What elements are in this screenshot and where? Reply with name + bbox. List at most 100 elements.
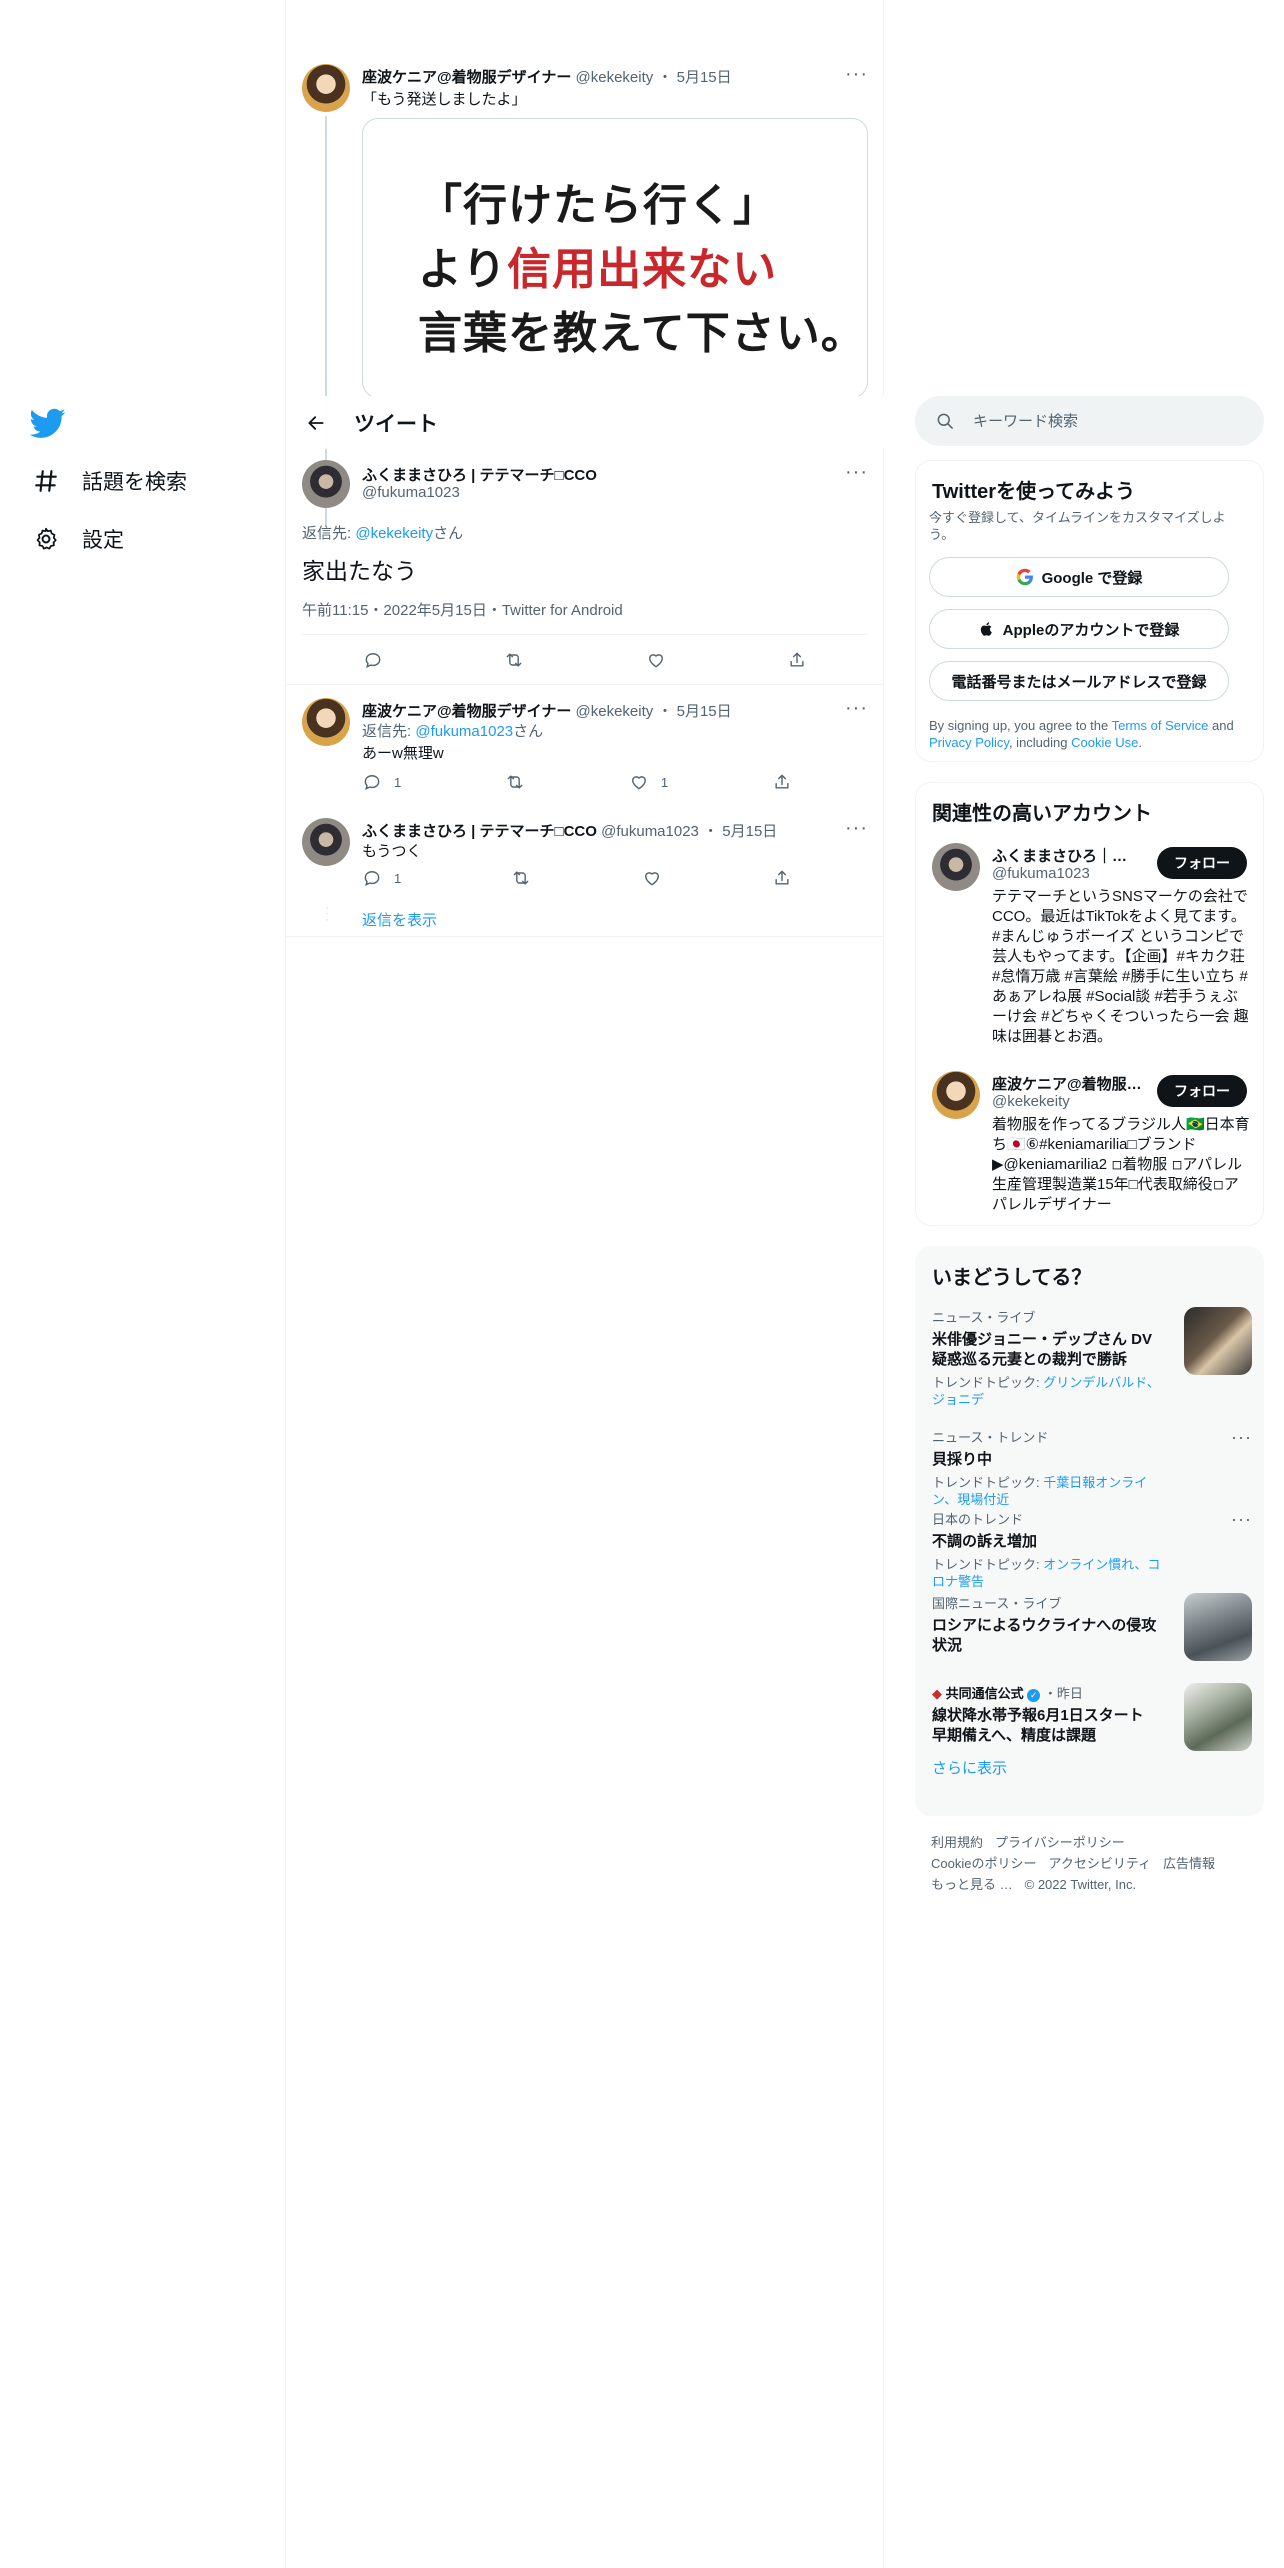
trend-thumbnail bbox=[1184, 1307, 1252, 1375]
follow-button[interactable]: フォロー bbox=[1157, 847, 1247, 879]
share-button[interactable] bbox=[787, 650, 807, 670]
terms-link[interactable]: Terms of Service bbox=[1112, 718, 1209, 733]
privacy-link[interactable]: Privacy Policy bbox=[929, 735, 1009, 750]
reply-to-handle[interactable]: @fukuma1023 bbox=[415, 723, 513, 740]
hash-icon bbox=[32, 467, 60, 495]
trend-item[interactable]: 日本のトレンド 不調の訴え増加 トレンドトピック: オンライン慣れ、コロナ警告 … bbox=[932, 1509, 1252, 1590]
reply-to: 返信先: @fukuma1023さん bbox=[362, 723, 544, 740]
heart-icon bbox=[644, 872, 659, 886]
reply-button[interactable]: 1 bbox=[362, 868, 401, 888]
author-name[interactable]: ふくままさひろ | テテマーチ□CCO bbox=[362, 823, 597, 840]
footer-link[interactable]: 利用規約 bbox=[931, 1835, 983, 1850]
trend-item[interactable]: ニュース・トレンド 貝採り中 トレンドトピック: 千葉日報オンライン、現場付近 … bbox=[932, 1427, 1252, 1508]
trend-topic: トレンドトピック: オンライン慣れ、コロナ警告 bbox=[932, 1557, 1161, 1589]
tweet-meta: ふくままさひろ | テテマーチ□CCO @fukuma1023 ・ 5月15日 bbox=[362, 823, 778, 840]
footer-link[interactable]: もっと見る … bbox=[931, 1877, 1013, 1892]
follow-button[interactable]: フォロー bbox=[1157, 1075, 1247, 1107]
account-name[interactable]: 座波ケニア@着物服デザイナー bbox=[992, 1073, 1142, 1094]
footer-link[interactable]: プライバシーポリシー bbox=[995, 1835, 1125, 1850]
tweet-actions bbox=[302, 636, 868, 684]
footer-link[interactable]: 広告情報 bbox=[1163, 1856, 1215, 1871]
like-button[interactable] bbox=[642, 868, 662, 888]
more-icon[interactable]: ··· bbox=[1231, 1509, 1252, 1530]
tweet-image[interactable]: 「行けたら行く」 より信用出来ない 言葉を教えて下さい。 bbox=[362, 118, 868, 398]
nav-explore[interactable]: 話題を検索 bbox=[32, 466, 187, 496]
cookie-link[interactable]: Cookie Use bbox=[1071, 735, 1138, 750]
tweet-text: 「もう発送しましたよ」 bbox=[362, 91, 527, 108]
avatar[interactable] bbox=[302, 698, 350, 746]
apple-signup-button[interactable]: Appleのアカウントで登録 bbox=[929, 609, 1229, 649]
retweet-button[interactable] bbox=[511, 868, 531, 888]
twitter-logo-icon[interactable] bbox=[29, 405, 66, 441]
trend-item[interactable]: 国際ニュース・ライブ ロシアによるウクライナへの侵攻状況 bbox=[932, 1593, 1252, 1661]
author-handle[interactable]: @fukuma1023 bbox=[362, 484, 460, 501]
account-handle[interactable]: @kekekeity bbox=[992, 1093, 1070, 1110]
avatar[interactable] bbox=[302, 818, 350, 866]
reply-to-handle[interactable]: @kekekeity bbox=[355, 525, 433, 542]
phone-email-signup-button[interactable]: 電話番号またはメールアドレスで登録 bbox=[929, 661, 1229, 701]
more-icon[interactable]: ··· bbox=[845, 818, 868, 838]
account-bio: テテマーチというSNSマーケの会社でCCO。最近はTikTokをよく見てます。#… bbox=[992, 888, 1249, 1045]
heart-icon bbox=[648, 654, 663, 668]
search-input[interactable] bbox=[973, 412, 1233, 430]
trend-item[interactable]: ニュース・ライブ 米俳優ジョニー・デップさん DV疑惑巡る元妻との裁判で勝訴 ト… bbox=[932, 1307, 1252, 1408]
trends-card: いまどうしてる？ ニュース・ライブ 米俳優ジョニー・デップさん DV疑惑巡る元妻… bbox=[915, 1246, 1264, 1816]
tweet-date[interactable]: 5月15日 bbox=[722, 823, 777, 840]
avatar[interactable] bbox=[932, 1071, 980, 1119]
reply-count: 1 bbox=[394, 774, 402, 790]
reply-count: 1 bbox=[394, 870, 402, 886]
news-logo-icon: ◆ bbox=[932, 1686, 942, 1701]
author-name[interactable]: 座波ケニア@着物服デザイナー bbox=[362, 703, 571, 720]
author-name[interactable]: 座波ケニア@着物服デザイナー bbox=[362, 69, 571, 86]
tweet-date[interactable]: 5月15日 bbox=[677, 69, 732, 86]
page-title: ツイート bbox=[354, 412, 438, 436]
trend-title: 線状降水帯予報6月1日スタート 早期備えへ、精度は課題 bbox=[932, 1707, 1144, 1744]
more-icon[interactable]: ··· bbox=[845, 698, 868, 718]
divider bbox=[286, 684, 884, 685]
share-icon bbox=[775, 774, 789, 789]
avatar[interactable] bbox=[932, 843, 980, 891]
like-button[interactable]: 1 bbox=[629, 772, 668, 792]
related-title: 関連性の高いアカウント bbox=[932, 803, 1152, 825]
more-icon[interactable]: ··· bbox=[845, 64, 868, 84]
divider bbox=[302, 634, 868, 635]
tweet-actions: 1 bbox=[362, 868, 792, 888]
left-navigation: 話題を検索 設定 bbox=[0, 0, 286, 2568]
show-more-link[interactable]: さらに表示 bbox=[932, 1757, 1007, 1778]
account-name[interactable]: ふくままさひろ｜テテマーチ□CCO bbox=[992, 845, 1142, 866]
back-arrow-icon[interactable] bbox=[298, 405, 334, 441]
nav-settings[interactable]: 設定 bbox=[32, 524, 124, 554]
reply-button[interactable]: 1 bbox=[362, 772, 401, 792]
tweet-timestamp[interactable]: 午前11:15・2022年5月15日・Twitter for Android bbox=[302, 599, 623, 620]
author-handle: @fukuma1023 bbox=[601, 823, 699, 840]
more-icon[interactable]: ··· bbox=[845, 462, 868, 482]
share-button[interactable] bbox=[772, 868, 792, 888]
trend-title: 米俳優ジョニー・デップさん DV疑惑巡る元妻との裁判で勝訴 bbox=[932, 1331, 1153, 1368]
retweet-icon bbox=[514, 871, 529, 885]
footer-link[interactable]: アクセシビリティ bbox=[1048, 1856, 1151, 1871]
retweet-button[interactable] bbox=[505, 772, 525, 792]
reply-to: 返信先: @kekekeityさん bbox=[302, 525, 464, 542]
tweet-date[interactable]: 5月15日 bbox=[677, 703, 732, 720]
trend-thumbnail bbox=[1184, 1593, 1252, 1661]
like-button[interactable] bbox=[646, 650, 666, 670]
retweet-button[interactable] bbox=[504, 650, 524, 670]
retweet-icon bbox=[506, 653, 522, 667]
account-handle[interactable]: @fukuma1023 bbox=[992, 865, 1090, 882]
gear-icon bbox=[32, 525, 60, 553]
reply-button[interactable] bbox=[363, 650, 383, 670]
author-name[interactable]: ふくままさひろ | テテマーチ□CCO bbox=[362, 464, 597, 485]
avatar[interactable] bbox=[302, 460, 350, 508]
show-replies-link[interactable]: 返信を表示 bbox=[362, 909, 437, 930]
page-header: ツイート bbox=[286, 396, 884, 449]
avatar[interactable] bbox=[302, 64, 350, 112]
trend-item[interactable]: ◆ 共同通信公式 ✓ ・昨日 線状降水帯予報6月1日スタート 早期備えへ、精度は… bbox=[932, 1683, 1252, 1751]
share-button[interactable] bbox=[772, 772, 792, 792]
footer-link[interactable]: Cookieのポリシー bbox=[931, 1856, 1036, 1871]
search-icon bbox=[937, 413, 953, 429]
trend-topic: トレンドトピック: 千葉日報オンライン、現場付近 bbox=[932, 1475, 1148, 1507]
more-icon[interactable]: ··· bbox=[1231, 1427, 1252, 1448]
trend-category: 日本のトレンド bbox=[932, 1512, 1024, 1527]
google-signup-button[interactable]: Google で登録 bbox=[929, 557, 1229, 597]
search-box[interactable] bbox=[915, 396, 1264, 446]
